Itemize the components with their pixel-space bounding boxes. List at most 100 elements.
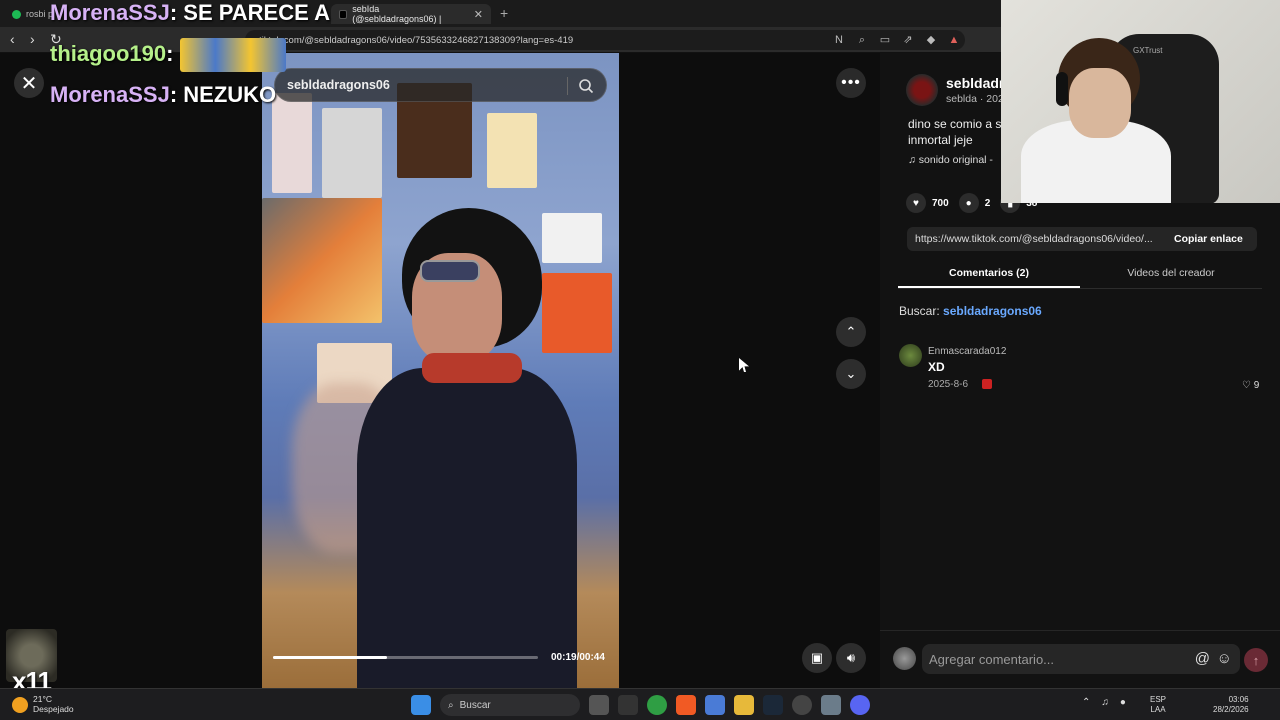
search-icon[interactable] xyxy=(578,78,594,94)
comment-date: 2025-8-6 xyxy=(928,379,969,390)
webcam-overlay: GXTrust xyxy=(1001,0,1280,203)
comment-text: XD xyxy=(928,360,945,374)
close-button[interactable]: ✕ xyxy=(14,68,44,98)
video-progress-bar[interactable] xyxy=(273,656,538,659)
brave-rewards-icon[interactable]: ▲ xyxy=(947,33,961,47)
video-player[interactable] xyxy=(262,53,619,688)
discord-icon[interactable] xyxy=(850,695,870,715)
music-note-icon: ♫ xyxy=(908,154,919,166)
steam-icon[interactable] xyxy=(763,695,783,715)
tiktok-icon xyxy=(339,9,348,19)
wall-drawing xyxy=(542,213,602,263)
current-user-avatar xyxy=(893,647,916,670)
no-tracking-icon[interactable]: N xyxy=(832,33,846,47)
language-code: ESP xyxy=(1150,695,1167,704)
wall-drawing xyxy=(542,273,612,353)
brave-shield-icon[interactable]: ◆ xyxy=(924,33,938,47)
more-options-button[interactable]: ••• xyxy=(836,68,866,98)
temperature: 21°C xyxy=(33,694,52,704)
share-icon[interactable]: ⇗ xyxy=(901,33,915,47)
microphone-icon[interactable]: ● xyxy=(1120,697,1126,708)
comment-icon: ● xyxy=(958,193,979,213)
weather-icon[interactable] xyxy=(12,697,28,713)
volume-button[interactable]: 🔊︎ xyxy=(836,643,866,673)
send-comment-button[interactable]: ↑ xyxy=(1244,648,1268,672)
chair-brand: GXTrust xyxy=(1133,46,1163,55)
chat-text: NEZUKO xyxy=(183,82,277,107)
video-link[interactable]: https://www.tiktok.com/@sebldadragons06/… xyxy=(907,233,1169,245)
chrome-icon[interactable] xyxy=(647,695,667,715)
file-explorer-icon[interactable] xyxy=(734,695,754,715)
reader-icon[interactable]: ▭ xyxy=(878,33,892,47)
taskbar-apps: ⌕ Buscar xyxy=(411,694,870,716)
wall-drawing xyxy=(487,113,537,188)
zoom-icon[interactable]: ⌕ xyxy=(855,33,869,47)
comment-placeholder: Agregar comentario... xyxy=(929,651,1055,667)
app-icon[interactable] xyxy=(821,695,841,715)
epic-games-icon[interactable] xyxy=(618,695,638,715)
tab-comments[interactable]: Comentarios (2) xyxy=(898,261,1080,288)
headphones-icon[interactable]: ♫ xyxy=(1101,697,1109,708)
spotify-icon xyxy=(12,9,21,19)
brave-icon[interactable] xyxy=(676,695,696,715)
taskbar-clock[interactable]: 03:06 28/2/2026 xyxy=(1213,695,1249,715)
like-button[interactable]: ♥ 700 xyxy=(906,193,949,213)
tab-tiktok[interactable]: sebIda (@sebldadragons06) | ✕ xyxy=(331,4,491,24)
wall-painting xyxy=(262,198,382,323)
emoji-icon[interactable]: ☺ xyxy=(1217,650,1232,667)
back-icon[interactable]: ‹ xyxy=(10,31,15,47)
pip-button[interactable]: ▣ xyxy=(802,643,832,673)
taskbar-search[interactable]: ⌕ Buscar xyxy=(440,694,580,716)
weather-status: Despejado xyxy=(33,704,74,714)
new-tab-button[interactable]: + xyxy=(500,5,508,21)
weather-widget[interactable]: 21°C Despejado xyxy=(33,694,74,714)
comment-username[interactable]: Enmascarada012 xyxy=(928,346,1006,357)
forward-icon[interactable]: › xyxy=(30,31,35,47)
person-scarf xyxy=(422,353,522,383)
search-text: sebldadragons06 xyxy=(287,78,390,92)
copy-link-button[interactable]: Copiar enlace xyxy=(1169,233,1243,245)
system-tray: ⌃ ♫ ● xyxy=(1082,697,1126,708)
author-avatar[interactable] xyxy=(906,74,938,106)
comment-heart-icon: ♡ xyxy=(1242,380,1254,391)
next-video-button[interactable]: ⌄ xyxy=(836,359,866,389)
creator-reaction-icon xyxy=(982,379,992,389)
comment-count: 2 xyxy=(984,197,991,209)
author-subtitle: seblda · 202 xyxy=(946,93,1004,105)
mention-icon[interactable]: @ xyxy=(1195,650,1210,667)
heart-icon: ♥ xyxy=(906,193,926,213)
like-count: 700 xyxy=(932,197,949,209)
obs-icon[interactable] xyxy=(792,695,812,715)
comment-like-button[interactable]: ♡ 9 xyxy=(1242,380,1259,391)
tray-expand-icon[interactable]: ⌃ xyxy=(1082,697,1090,708)
author-name[interactable]: sebldadr xyxy=(946,75,1004,91)
previous-video-button[interactable]: ⌃ xyxy=(836,317,866,347)
store-icon[interactable] xyxy=(705,695,725,715)
chat-username: MorenaSSJ xyxy=(50,0,170,25)
related-search[interactable]: Buscar: sebldadragons06 xyxy=(899,304,1042,318)
comment-bar: Agregar comentario... @ ☺ ↑ xyxy=(880,630,1280,688)
comment-like-count: 9 xyxy=(1253,380,1260,391)
sound-link[interactable]: ♫ sonido original - xyxy=(908,154,993,166)
comment-button[interactable]: ● 2 xyxy=(958,193,991,213)
close-tab-icon[interactable]: ✕ xyxy=(474,8,483,21)
url-text: tiktok.com/@sebldadragons06/video/753563… xyxy=(259,34,574,46)
video-time: 00:19/00:44 xyxy=(551,652,605,663)
task-view-icon[interactable] xyxy=(589,695,609,715)
commenter-avatar[interactable] xyxy=(899,344,922,367)
streamer-face xyxy=(1069,68,1131,138)
chat-text: SE PARECE A xyxy=(183,0,330,25)
windows-taskbar: 21°C Despejado ⌕ Buscar ⌃ ♫ ● ESP LAA 03… xyxy=(0,688,1280,720)
video-search-box[interactable]: sebldadragons06 xyxy=(274,68,607,102)
wall-drawing xyxy=(322,108,382,198)
minions-emote-icon xyxy=(179,38,286,72)
chat-message: MorenaSSJ: SE PARECE A xyxy=(50,0,330,25)
chat-username: MorenaSSJ xyxy=(50,82,170,107)
language-indicator[interactable]: ESP LAA xyxy=(1150,695,1166,715)
tab-creator-videos[interactable]: Videos del creador xyxy=(1080,261,1262,288)
search-icon: ⌕ xyxy=(448,699,454,711)
chat-message: thiagoo190: xyxy=(50,38,286,72)
start-icon[interactable] xyxy=(411,695,431,715)
comment-input[interactable]: Agregar comentario... @ ☺ xyxy=(922,644,1240,674)
video-pane: ✕ sebldadragons06 ••• 00:19/00:44 ⌃ ⌄ ▣ … xyxy=(0,53,880,688)
